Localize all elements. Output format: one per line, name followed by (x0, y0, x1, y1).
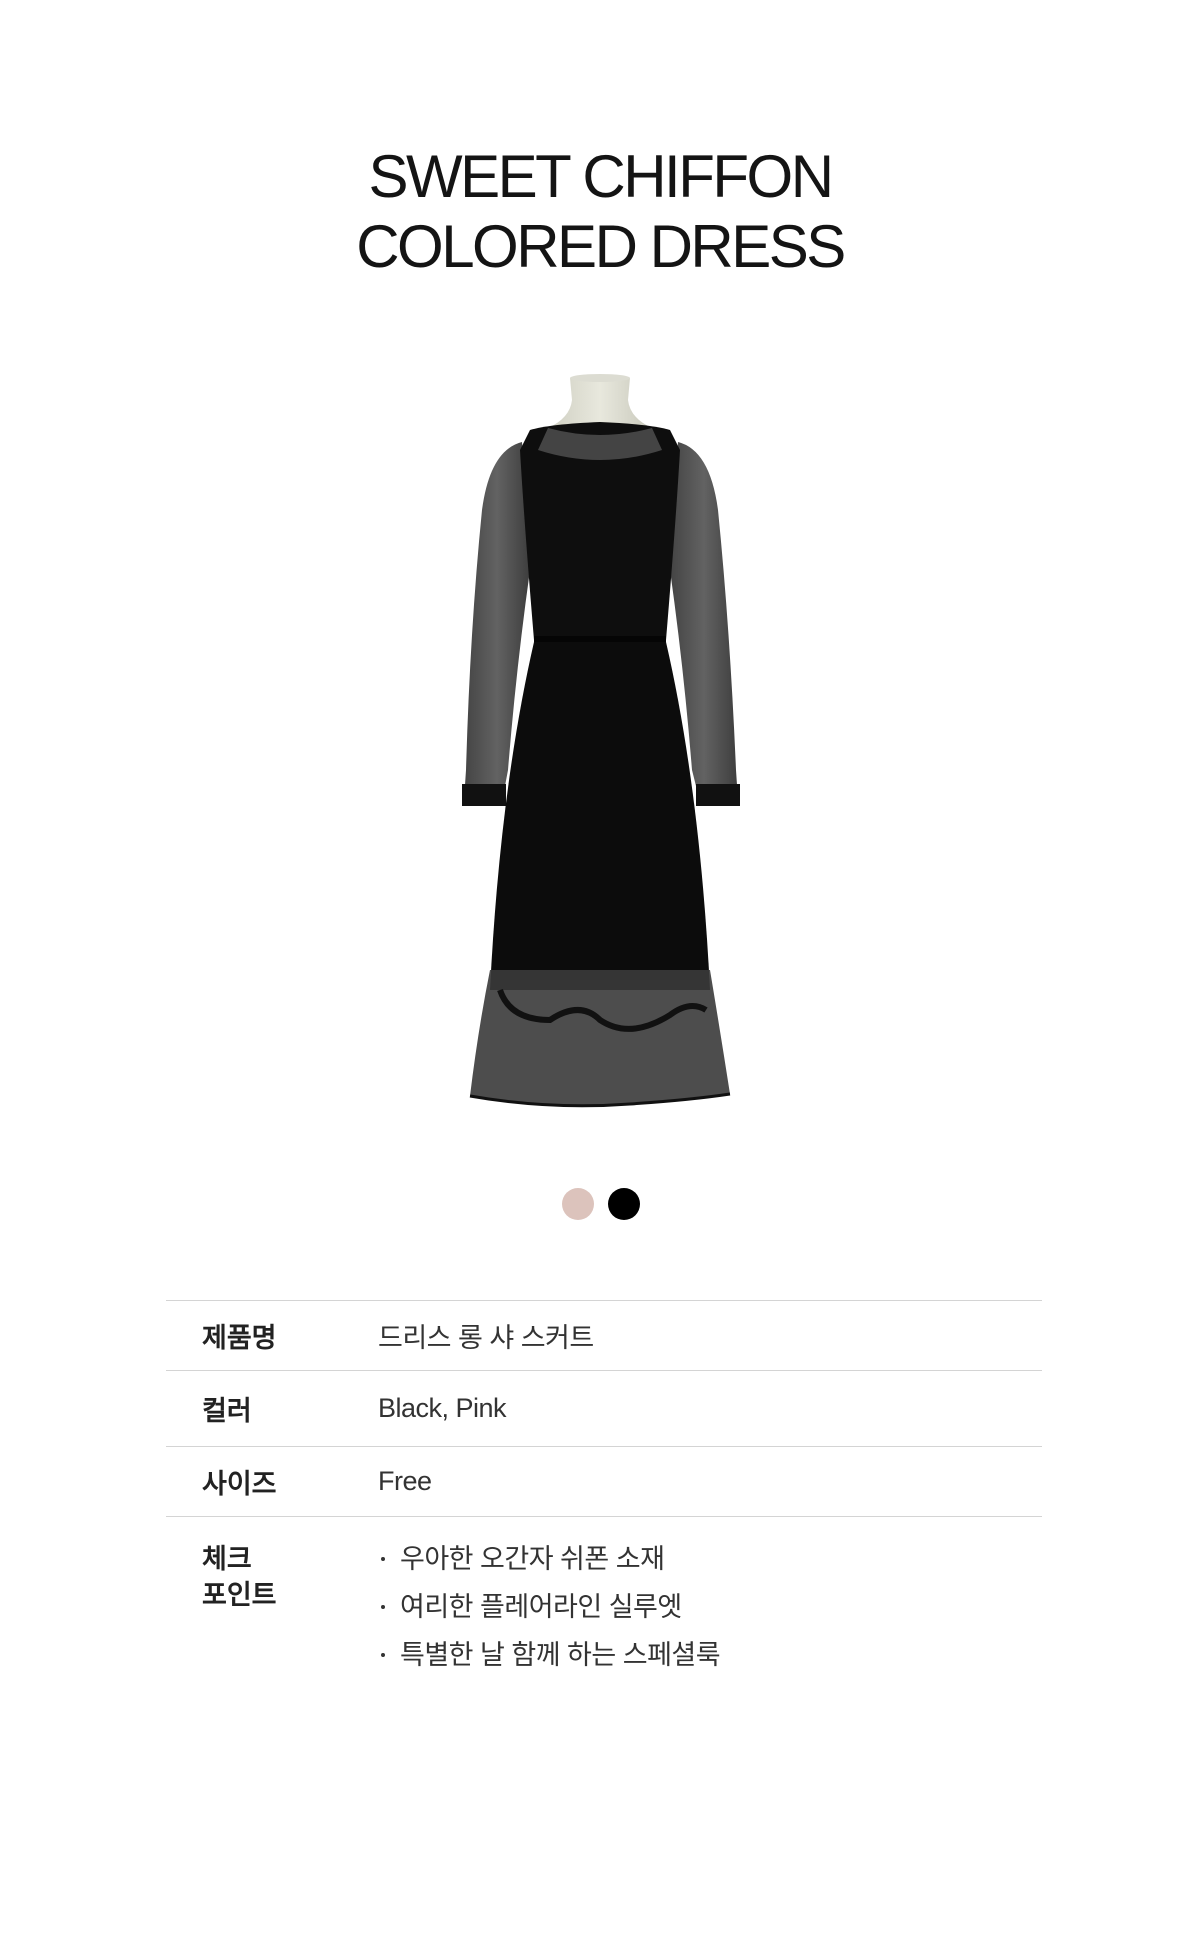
color-swatches (562, 1188, 640, 1220)
info-row-product-name: 제품명 드리스 롱 샤 스커트 (166, 1300, 1042, 1370)
product-name-label: 제품명 (202, 1323, 277, 1353)
check-point-item: 여리한 플레어라인 실루엣 (378, 1589, 1042, 1637)
color-label: 컬러 (202, 1396, 252, 1426)
check-points-list: 우아한 오간자 쉬폰 소재 여리한 플레어라인 실루엣 특별한 날 함께 하는 … (378, 1541, 1042, 1685)
info-row-check-points: 체크 포인트 우아한 오간자 쉬폰 소재 여리한 플레어라인 실루엣 특별한 날… (166, 1516, 1042, 1685)
size-label: 사이즈 (202, 1469, 277, 1499)
product-title: SWEET CHIFFON COLORED DRESS (0, 142, 1200, 282)
swatch-black[interactable] (608, 1188, 640, 1220)
product-info-table: 제품명 드리스 롱 샤 스커트 컬러 Black, Pink 사이즈 Free … (166, 1300, 1042, 1685)
check-points-label-line-1: 체크 (202, 1544, 252, 1574)
product-image (462, 374, 740, 1108)
size-value: Free (378, 1466, 432, 1496)
check-point-item: 특별한 날 함께 하는 스페셜룩 (378, 1637, 1042, 1685)
product-title-line-1: SWEET CHIFFON (368, 143, 834, 210)
info-row-color: 컬러 Black, Pink (166, 1370, 1042, 1446)
product-name-value: 드리스 롱 샤 스커트 (378, 1323, 594, 1353)
check-points-label-line-2: 포인트 (202, 1580, 277, 1610)
check-points-label: 체크 포인트 (166, 1541, 378, 1613)
swatch-pink[interactable] (562, 1188, 594, 1220)
product-title-line-2: COLORED DRESS (356, 213, 846, 280)
color-value: Black, Pink (378, 1393, 507, 1423)
info-row-size: 사이즈 Free (166, 1446, 1042, 1516)
check-point-item: 우아한 오간자 쉬폰 소재 (378, 1541, 1042, 1589)
